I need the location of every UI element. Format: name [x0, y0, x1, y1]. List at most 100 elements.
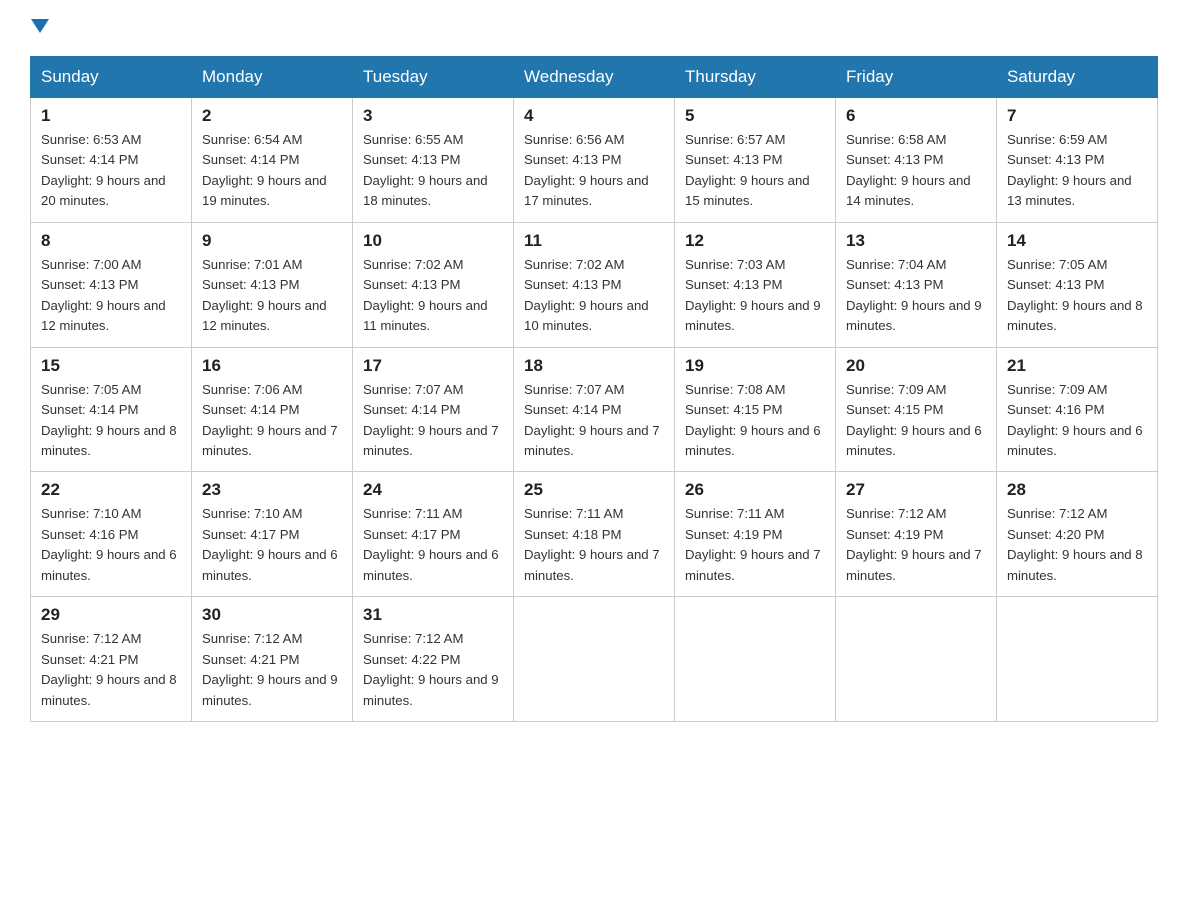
day-info: Sunrise: 7:11 AMSunset: 4:17 PMDaylight:…	[363, 504, 503, 586]
calendar-cell: 6 Sunrise: 6:58 AMSunset: 4:13 PMDaylight…	[836, 98, 997, 223]
day-number: 1	[41, 106, 181, 126]
calendar-cell	[836, 597, 997, 722]
day-info: Sunrise: 6:56 AMSunset: 4:13 PMDaylight:…	[524, 130, 664, 212]
week-row-2: 8 Sunrise: 7:00 AMSunset: 4:13 PMDaylight…	[31, 222, 1158, 347]
day-info: Sunrise: 6:55 AMSunset: 4:13 PMDaylight:…	[363, 130, 503, 212]
calendar-cell: 1 Sunrise: 6:53 AMSunset: 4:14 PMDaylight…	[31, 98, 192, 223]
day-number: 28	[1007, 480, 1147, 500]
day-number: 27	[846, 480, 986, 500]
day-info: Sunrise: 7:12 AMSunset: 4:22 PMDaylight:…	[363, 629, 503, 711]
calendar-cell: 11Sunrise: 7:02 AMSunset: 4:13 PMDayligh…	[514, 222, 675, 347]
day-info: Sunrise: 6:59 AMSunset: 4:13 PMDaylight:…	[1007, 130, 1147, 212]
day-number: 16	[202, 356, 342, 376]
calendar-cell: 7 Sunrise: 6:59 AMSunset: 4:13 PMDaylight…	[997, 98, 1158, 223]
day-info: Sunrise: 7:03 AMSunset: 4:13 PMDaylight:…	[685, 255, 825, 337]
calendar-cell: 5 Sunrise: 6:57 AMSunset: 4:13 PMDaylight…	[675, 98, 836, 223]
day-number: 23	[202, 480, 342, 500]
day-number: 15	[41, 356, 181, 376]
day-number: 17	[363, 356, 503, 376]
day-number: 20	[846, 356, 986, 376]
day-info: Sunrise: 6:58 AMSunset: 4:13 PMDaylight:…	[846, 130, 986, 212]
day-info: Sunrise: 7:12 AMSunset: 4:20 PMDaylight:…	[1007, 504, 1147, 586]
calendar-cell: 27 Sunrise: 7:12 AMSunset: 4:19 PMDayligh…	[836, 472, 997, 597]
day-info: Sunrise: 7:01 AMSunset: 4:13 PMDaylight:…	[202, 255, 342, 337]
logo-triangle-icon	[30, 20, 49, 38]
calendar-cell: 28 Sunrise: 7:12 AMSunset: 4:20 PMDayligh…	[997, 472, 1158, 597]
calendar-cell: 23 Sunrise: 7:10 AMSunset: 4:17 PMDayligh…	[192, 472, 353, 597]
day-number: 3	[363, 106, 503, 126]
calendar-cell: 4 Sunrise: 6:56 AMSunset: 4:13 PMDaylight…	[514, 98, 675, 223]
calendar-cell: 3 Sunrise: 6:55 AMSunset: 4:13 PMDaylight…	[353, 98, 514, 223]
day-header-friday: Friday	[836, 57, 997, 98]
day-number: 6	[846, 106, 986, 126]
day-number: 12	[685, 231, 825, 251]
day-info: Sunrise: 7:05 AMSunset: 4:13 PMDaylight:…	[1007, 255, 1147, 337]
day-number: 10	[363, 231, 503, 251]
day-number: 29	[41, 605, 181, 625]
week-row-3: 15 Sunrise: 7:05 AMSunset: 4:14 PMDayligh…	[31, 347, 1158, 472]
day-number: 8	[41, 231, 181, 251]
calendar-cell: 17 Sunrise: 7:07 AMSunset: 4:14 PMDayligh…	[353, 347, 514, 472]
calendar-cell: 31 Sunrise: 7:12 AMSunset: 4:22 PMDayligh…	[353, 597, 514, 722]
days-header-row: SundayMondayTuesdayWednesdayThursdayFrid…	[31, 57, 1158, 98]
week-row-5: 29 Sunrise: 7:12 AMSunset: 4:21 PMDayligh…	[31, 597, 1158, 722]
day-number: 24	[363, 480, 503, 500]
week-row-1: 1 Sunrise: 6:53 AMSunset: 4:14 PMDaylight…	[31, 98, 1158, 223]
day-number: 7	[1007, 106, 1147, 126]
day-info: Sunrise: 6:53 AMSunset: 4:14 PMDaylight:…	[41, 130, 181, 212]
day-number: 31	[363, 605, 503, 625]
day-info: Sunrise: 7:12 AMSunset: 4:21 PMDaylight:…	[41, 629, 181, 711]
calendar-cell: 14 Sunrise: 7:05 AMSunset: 4:13 PMDayligh…	[997, 222, 1158, 347]
day-info: Sunrise: 7:04 AMSunset: 4:13 PMDaylight:…	[846, 255, 986, 337]
day-number: 18	[524, 356, 664, 376]
calendar-cell: 16Sunrise: 7:06 AMSunset: 4:14 PMDayligh…	[192, 347, 353, 472]
day-number: 4	[524, 106, 664, 126]
day-number: 14	[1007, 231, 1147, 251]
day-info: Sunrise: 6:57 AMSunset: 4:13 PMDaylight:…	[685, 130, 825, 212]
day-info: Sunrise: 7:12 AMSunset: 4:19 PMDaylight:…	[846, 504, 986, 586]
day-header-wednesday: Wednesday	[514, 57, 675, 98]
day-info: Sunrise: 7:10 AMSunset: 4:16 PMDaylight:…	[41, 504, 181, 586]
day-header-monday: Monday	[192, 57, 353, 98]
calendar-cell: 13 Sunrise: 7:04 AMSunset: 4:13 PMDayligh…	[836, 222, 997, 347]
calendar-cell: 24 Sunrise: 7:11 AMSunset: 4:17 PMDayligh…	[353, 472, 514, 597]
day-info: Sunrise: 7:09 AMSunset: 4:15 PMDaylight:…	[846, 380, 986, 462]
calendar-cell: 9Sunrise: 7:01 AMSunset: 4:13 PMDaylight…	[192, 222, 353, 347]
calendar-cell: 10Sunrise: 7:02 AMSunset: 4:13 PMDayligh…	[353, 222, 514, 347]
day-number: 21	[1007, 356, 1147, 376]
calendar-cell: 22 Sunrise: 7:10 AMSunset: 4:16 PMDayligh…	[31, 472, 192, 597]
calendar-cell: 30Sunrise: 7:12 AMSunset: 4:21 PMDayligh…	[192, 597, 353, 722]
calendar-cell: 29 Sunrise: 7:12 AMSunset: 4:21 PMDayligh…	[31, 597, 192, 722]
day-info: Sunrise: 7:09 AMSunset: 4:16 PMDaylight:…	[1007, 380, 1147, 462]
day-number: 5	[685, 106, 825, 126]
day-info: Sunrise: 7:07 AMSunset: 4:14 PMDaylight:…	[524, 380, 664, 462]
day-info: Sunrise: 7:07 AMSunset: 4:14 PMDaylight:…	[363, 380, 503, 462]
day-info: Sunrise: 7:00 AMSunset: 4:13 PMDaylight:…	[41, 255, 181, 337]
calendar-cell	[514, 597, 675, 722]
day-info: Sunrise: 7:11 AMSunset: 4:19 PMDaylight:…	[685, 504, 825, 586]
week-row-4: 22 Sunrise: 7:10 AMSunset: 4:16 PMDayligh…	[31, 472, 1158, 597]
calendar-cell: 8 Sunrise: 7:00 AMSunset: 4:13 PMDaylight…	[31, 222, 192, 347]
calendar-cell: 2 Sunrise: 6:54 AMSunset: 4:14 PMDaylight…	[192, 98, 353, 223]
day-info: Sunrise: 7:02 AMSunset: 4:13 PMDaylight:…	[524, 255, 664, 337]
page-header	[30, 20, 1158, 38]
calendar-cell: 19Sunrise: 7:08 AMSunset: 4:15 PMDayligh…	[675, 347, 836, 472]
calendar-cell: 25 Sunrise: 7:11 AMSunset: 4:18 PMDayligh…	[514, 472, 675, 597]
day-header-sunday: Sunday	[31, 57, 192, 98]
calendar-table: SundayMondayTuesdayWednesdayThursdayFrid…	[30, 56, 1158, 722]
day-number: 22	[41, 480, 181, 500]
calendar-cell: 20 Sunrise: 7:09 AMSunset: 4:15 PMDayligh…	[836, 347, 997, 472]
day-header-tuesday: Tuesday	[353, 57, 514, 98]
day-number: 13	[846, 231, 986, 251]
logo	[30, 20, 49, 38]
day-info: Sunrise: 7:11 AMSunset: 4:18 PMDaylight:…	[524, 504, 664, 586]
calendar-cell	[997, 597, 1158, 722]
day-number: 2	[202, 106, 342, 126]
day-info: Sunrise: 7:05 AMSunset: 4:14 PMDaylight:…	[41, 380, 181, 462]
day-info: Sunrise: 7:10 AMSunset: 4:17 PMDaylight:…	[202, 504, 342, 586]
day-number: 25	[524, 480, 664, 500]
day-header-saturday: Saturday	[997, 57, 1158, 98]
day-number: 19	[685, 356, 825, 376]
day-number: 30	[202, 605, 342, 625]
day-info: Sunrise: 6:54 AMSunset: 4:14 PMDaylight:…	[202, 130, 342, 212]
